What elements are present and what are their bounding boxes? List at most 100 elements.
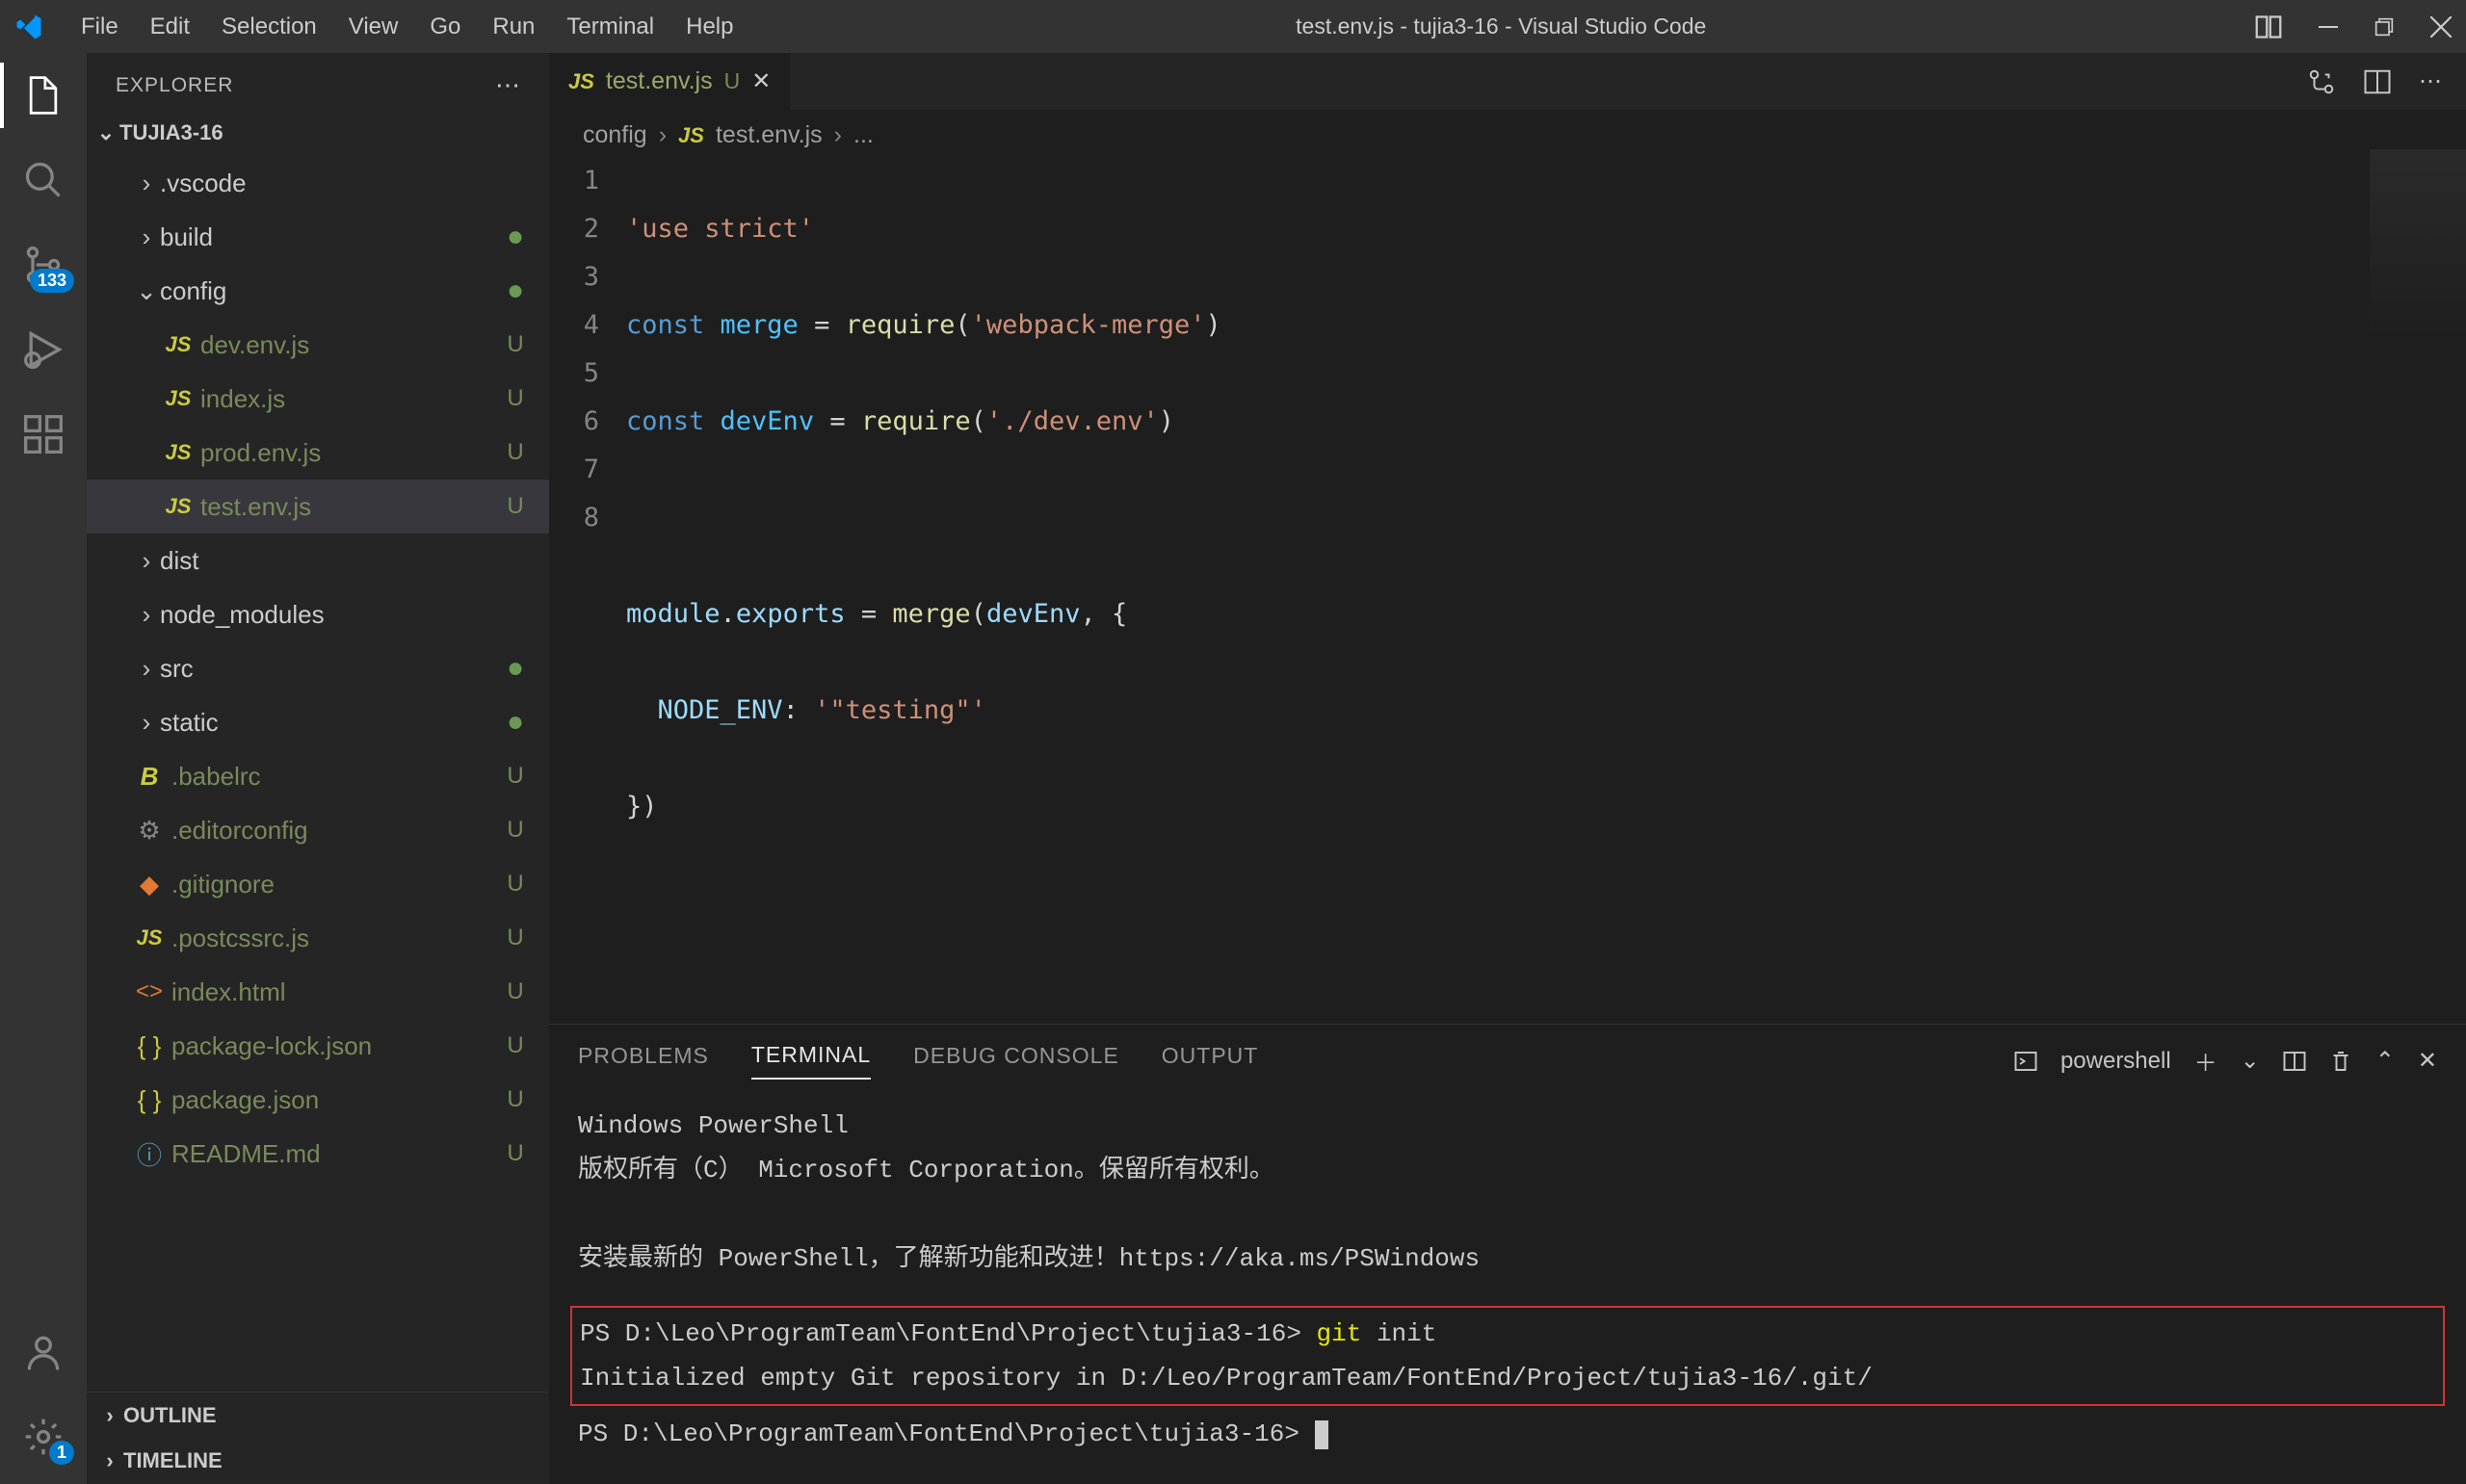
file-name: .gitignore [171,870,501,899]
timeline-label: TIMELINE [123,1448,223,1473]
menu-selection[interactable]: Selection [208,8,330,46]
run-debug-icon[interactable] [20,326,66,373]
file-row[interactable]: { }package-lock.jsonU [87,1019,549,1073]
file-row[interactable]: <>index.htmlU [87,965,549,1019]
tabs-bar: JS test.env.js U ✕ ⋯ [549,53,2466,110]
layout-icon[interactable] [2255,13,2282,40]
folder-row[interactable]: ›node_modules [87,587,549,641]
json-file-icon: { } [138,1085,162,1115]
chevron-right-icon: › [133,600,160,630]
file-row[interactable]: ⓘREADME.mdU [87,1127,549,1181]
breadcrumb-folder[interactable]: config [583,121,647,149]
minimap[interactable] [2370,149,2466,342]
json-file-icon: { } [138,1031,162,1061]
terminal-dropdown-icon[interactable]: ⌄ [2241,1047,2260,1075]
panel-tab-debug[interactable]: DEBUG CONSOLE [913,1043,1119,1079]
folder-row[interactable]: ›.vscode [87,156,549,210]
sidebar-more-icon[interactable]: ⋯ [495,70,520,100]
editor-area: JS test.env.js U ✕ ⋯ config › JS test.en… [549,53,2466,1484]
chevron-down-icon: ⌄ [92,120,119,145]
terminal-cursor [1315,1420,1328,1449]
menu-terminal[interactable]: Terminal [553,8,668,46]
terminal-profile-icon[interactable] [2014,1050,2037,1073]
file-name: README.md [171,1139,501,1169]
split-editor-icon[interactable] [2363,67,2392,96]
git-untracked-badge: U [501,924,530,951]
folder-row[interactable]: ›dist [87,534,549,587]
terminal-profile-name[interactable]: powershell [2060,1048,2171,1075]
code-content[interactable]: 'use strict' const merge = require('webp… [626,157,2466,1024]
file-name: index.html [171,977,501,1007]
chevron-right-icon: › [133,169,160,198]
file-row[interactable]: B.babelrcU [87,749,549,803]
file-name: dev.env.js [200,330,501,360]
settings-gear-icon[interactable]: 1 [20,1414,66,1460]
folder-name: build [160,222,501,252]
tab-test-env-js[interactable]: JS test.env.js U ✕ [549,53,791,110]
folder-name: .vscode [160,169,501,198]
terminal-line: 版权所有（C） Microsoft Corporation。保留所有权利。 [578,1148,2437,1192]
code-editor[interactable]: 12345678 'use strict' const merge = requ… [549,149,2466,1024]
close-panel-icon[interactable]: ✕ [2418,1047,2437,1075]
menu-edit[interactable]: Edit [137,8,203,46]
file-name: package.json [171,1085,501,1115]
folder-row[interactable]: ⌄config● [87,264,549,318]
panel-tab-problems[interactable]: PROBLEMS [578,1043,709,1079]
git-untracked-badge: U [501,331,530,358]
file-row[interactable]: JStest.env.jsU [87,480,549,534]
compare-changes-icon[interactable] [2307,67,2336,96]
git-untracked-badge: U [501,978,530,1005]
git-modified-dot: ● [501,706,530,739]
file-row[interactable]: { }package.jsonU [87,1073,549,1127]
close-button[interactable] [2430,16,2452,38]
file-row[interactable]: JSindex.jsU [87,372,549,426]
source-control-icon[interactable]: 133 [20,242,66,288]
babel-icon: B [141,762,159,792]
terminal-line: Initialized empty Git repository in D:/L… [580,1356,2435,1400]
file-row[interactable]: JS dev.env.jsU [87,318,549,372]
panel-tabs: PROBLEMS TERMINAL DEBUG CONSOLE OUTPUT p… [549,1025,2466,1080]
breadcrumbs[interactable]: config › JS test.env.js › ... [549,110,2466,149]
tab-close-icon[interactable]: ✕ [751,67,771,95]
folder-name: dist [160,546,501,576]
folder-row[interactable]: ›static● [87,695,549,749]
explorer-icon[interactable] [20,72,66,118]
maximize-panel-icon[interactable]: ⌃ [2375,1047,2395,1075]
search-icon[interactable] [20,157,66,203]
chevron-right-icon: › [834,121,842,149]
menu-file[interactable]: File [67,8,132,46]
timeline-section[interactable]: › TIMELINE [87,1438,549,1484]
js-file-icon: JS [166,494,192,519]
panel-tab-terminal[interactable]: TERMINAL [751,1042,871,1080]
accounts-icon[interactable] [20,1329,66,1375]
minimize-button[interactable] [2319,17,2338,37]
editor-more-icon[interactable]: ⋯ [2419,67,2442,95]
sidebar-title: EXPLORER [116,74,233,97]
menu-view[interactable]: View [335,8,412,46]
folder-row[interactable]: ›src● [87,641,549,695]
workspace-root[interactable]: ⌄ TUJIA3-16 [87,110,549,156]
file-row[interactable]: JS.postcssrc.jsU [87,911,549,965]
outline-section[interactable]: › OUTLINE [87,1392,549,1438]
kill-terminal-icon[interactable] [2329,1050,2352,1073]
extensions-icon[interactable] [20,411,66,457]
breadcrumb-more[interactable]: ... [853,121,874,149]
panel-tab-output[interactable]: OUTPUT [1162,1043,1259,1079]
breadcrumb-file[interactable]: test.env.js [716,121,823,149]
js-file-icon: JS [166,332,192,357]
menu-help[interactable]: Help [672,8,747,46]
split-terminal-icon[interactable] [2283,1050,2306,1073]
file-row[interactable]: ◆.gitignoreU [87,857,549,911]
chevron-right-icon: › [96,1448,123,1473]
menu-go[interactable]: Go [416,8,474,46]
file-name: .babelrc [171,762,501,792]
maximize-button[interactable] [2374,17,2394,37]
menu-run[interactable]: Run [479,8,548,46]
git-untracked-badge: U [501,1032,530,1059]
folder-row[interactable]: ›build● [87,210,549,264]
new-terminal-icon[interactable]: ＋ [2194,1044,2217,1078]
scm-badge: 133 [30,269,74,293]
file-row[interactable]: ⚙.editorconfigU [87,803,549,857]
file-row[interactable]: JSprod.env.jsU [87,426,549,480]
terminal-content[interactable]: Windows PowerShell 版权所有（C） Microsoft Cor… [549,1080,2466,1484]
